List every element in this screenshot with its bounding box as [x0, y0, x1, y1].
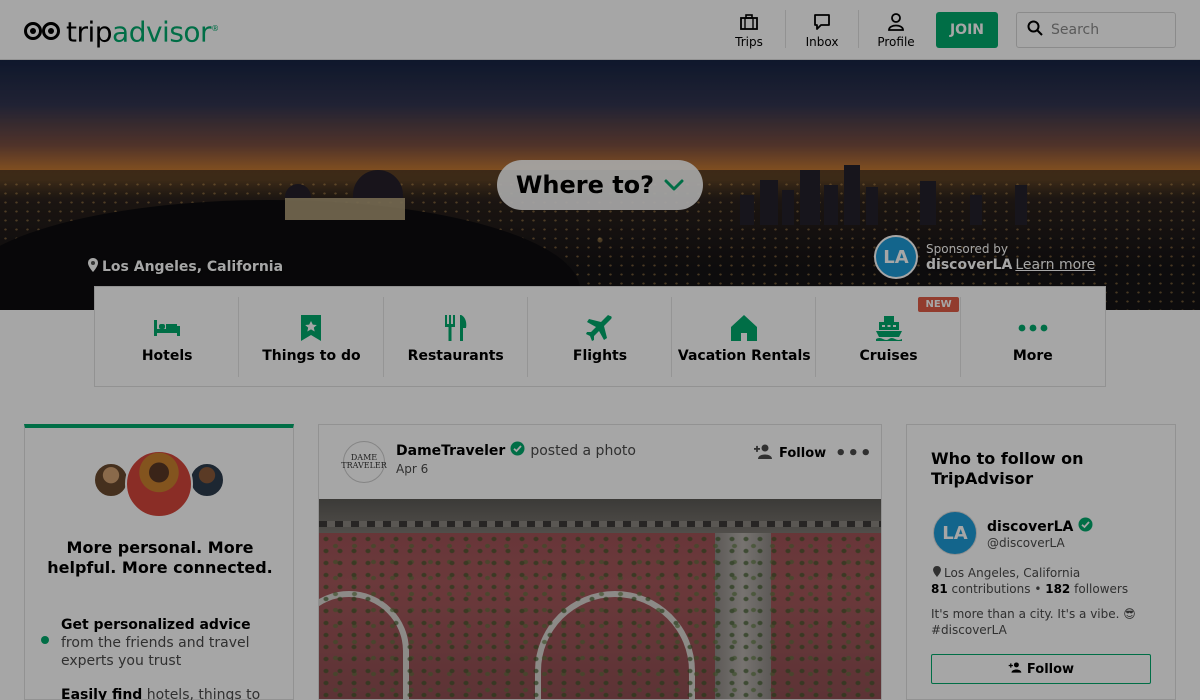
follow-discoverla-button[interactable]: Follow: [931, 654, 1151, 684]
category-things-to-do[interactable]: Things to do: [239, 287, 384, 386]
airplane-icon: [585, 313, 615, 343]
search-icon: [1027, 20, 1043, 40]
category-cruises[interactable]: NEW Cruises: [816, 287, 961, 386]
search-box[interactable]: [1016, 12, 1176, 48]
bullet-dot: [41, 636, 49, 644]
follow-label: Follow: [779, 445, 827, 461]
suggested-user-name[interactable]: discoverLA: [987, 519, 1073, 535]
hero-banner: Where to? Los Angeles, California LA Spo…: [0, 60, 1200, 310]
follow-button[interactable]: Follow: [753, 443, 826, 463]
who-to-follow-title: Who to follow on TripAdvisor: [931, 449, 1084, 488]
author-avatar[interactable]: DAME TRAVELER: [341, 441, 387, 483]
feed-post-card: DAME TRAVELER DameTraveler posted a phot…: [318, 424, 882, 700]
house-icon: [729, 313, 759, 343]
new-badge: NEW: [918, 297, 959, 312]
where-to-dropdown[interactable]: Where to?: [497, 160, 703, 210]
suggested-user-handle: @discoverLA: [987, 536, 1065, 550]
category-restaurants[interactable]: Restaurants: [384, 287, 529, 386]
category-flights[interactable]: Flights: [528, 287, 673, 386]
sponsor-block: LA Sponsored by discoverLA Learn more: [874, 235, 1095, 279]
category-bar: Hotels Things to do Restaurants Flights …: [94, 286, 1106, 387]
follow-label: Follow: [1026, 661, 1075, 677]
briefcase-icon: [739, 12, 759, 32]
avatar: [93, 462, 129, 498]
nav-trips[interactable]: Trips: [729, 10, 769, 50]
category-label: More: [1012, 348, 1053, 364]
nav-profile[interactable]: Profile: [874, 10, 918, 50]
add-person-icon: [753, 443, 779, 463]
category-label: Vacation Rentals: [677, 348, 811, 364]
nav-divider: [858, 10, 859, 48]
signup-promo-card: More personal. More helpful. More connec…: [24, 424, 294, 700]
bed-icon: [152, 313, 182, 343]
map-pin-icon: [933, 566, 944, 580]
benefit-text: hotels, things to: [142, 687, 261, 700]
join-button[interactable]: JOIN: [936, 12, 998, 48]
category-hotels[interactable]: Hotels: [95, 287, 240, 386]
category-label: Hotels: [141, 348, 193, 364]
suggested-user-bio: It's more than a city. It's a vibe. 😎 #d…: [931, 607, 1136, 637]
top-header: tripadvisor® Trips Inbox Profile JOIN: [0, 0, 1200, 60]
category-more[interactable]: More: [961, 287, 1105, 386]
suggested-user-avatar[interactable]: LA: [933, 511, 977, 555]
more-dots-icon: [1018, 313, 1048, 343]
benefit-text: from the friends and travel experts you …: [61, 635, 250, 669]
category-label: Flights: [572, 348, 628, 364]
benefit-bold: Easily find: [61, 687, 143, 700]
who-to-follow-card: Who to follow on TripAdvisor LA discover…: [906, 424, 1176, 700]
search-input[interactable]: [1051, 22, 1161, 38]
nav-inbox-label: Inbox: [805, 34, 839, 49]
post-date: Apr 6: [396, 462, 429, 476]
nav-trips-label: Trips: [735, 34, 763, 49]
learn-more-link[interactable]: Learn more: [1015, 257, 1095, 273]
category-vacation-rentals[interactable]: Vacation Rentals: [672, 287, 817, 386]
author-name[interactable]: DameTraveler: [396, 443, 505, 459]
benefit-item: Easily find hotels, things to: [61, 686, 281, 700]
suggested-user: discoverLA: [987, 517, 1093, 536]
person-icon: [886, 12, 906, 32]
benefit-bold: Get personalized advice: [61, 617, 251, 633]
category-label: Cruises: [859, 348, 918, 364]
hero-location-text: Los Angeles, California: [102, 259, 284, 275]
verified-icon: [510, 441, 525, 460]
tripadvisor-logo[interactable]: tripadvisor®: [24, 14, 219, 47]
post-action: posted a photo: [530, 442, 636, 459]
suggested-user-location: Los Angeles, California: [933, 566, 1080, 580]
avatar: [125, 450, 193, 518]
category-label: Restaurants: [407, 348, 504, 364]
nav-divider: [785, 10, 786, 48]
where-to-label: Where to?: [515, 171, 655, 199]
more-options-icon[interactable]: •••: [835, 443, 873, 464]
sponsored-label: Sponsored by: [926, 241, 1008, 256]
benefit-item: Get personalized advice from the friends…: [41, 616, 281, 670]
ticket-icon: [296, 313, 326, 343]
nav-inbox[interactable]: Inbox: [802, 10, 842, 50]
traveler-avatars: [93, 450, 233, 520]
sponsor-avatar[interactable]: LA: [874, 235, 918, 279]
promo-title: More personal. More helpful. More connec…: [47, 538, 273, 577]
map-pin-icon: [88, 258, 102, 276]
chat-bubble-icon: [812, 12, 832, 32]
ship-icon: [874, 313, 904, 343]
add-person-icon: [1008, 661, 1027, 677]
fork-knife-icon: [441, 313, 471, 343]
post-photo[interactable]: [319, 499, 881, 699]
verified-icon: [1073, 517, 1093, 536]
brand-wordmark: tripadvisor®: [66, 15, 219, 49]
post-header: DameTraveler posted a photo: [396, 441, 636, 460]
owl-icon: [24, 18, 62, 44]
hero-location: Los Angeles, California: [88, 258, 283, 276]
category-label: Things to do: [262, 348, 361, 364]
avatar: [189, 462, 225, 498]
nav-profile-label: Profile: [877, 34, 915, 49]
suggested-user-stats: 81 contributions • 182 followers: [931, 582, 1129, 596]
chevron-down-icon: [664, 179, 684, 191]
sponsor-name[interactable]: discoverLA: [926, 257, 1012, 273]
